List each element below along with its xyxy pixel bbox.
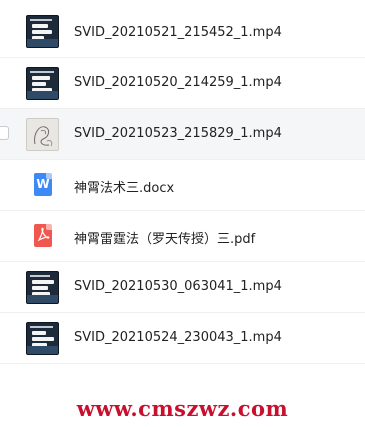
- file-row[interactable]: 神霄雷霆法（罗天传授）三.pdf: [0, 211, 365, 262]
- watermark: www.cmszwz.com: [76, 396, 289, 421]
- file-name[interactable]: 神霄法术三.docx: [74, 177, 174, 196]
- file-list: SVID_20210521_215452_1.mp4 SVID_20210520…: [0, 0, 365, 364]
- video-thumbnail: [26, 67, 59, 100]
- file-name[interactable]: SVID_20210520_214259_1.mp4: [74, 75, 282, 90]
- file-row[interactable]: W 神霄法术三.docx: [0, 160, 365, 211]
- video-thumbnail: [26, 15, 59, 48]
- video-thumbnail: [26, 118, 59, 151]
- file-name[interactable]: SVID_20210521_215452_1.mp4: [74, 25, 282, 40]
- video-thumbnail: [26, 271, 59, 304]
- video-thumbnail: [26, 322, 59, 355]
- pdf-document-icon: [34, 224, 52, 247]
- file-name[interactable]: 神霄雷霆法（罗天传授）三.pdf: [74, 228, 255, 247]
- file-name[interactable]: SVID_20210523_215829_1.mp4: [74, 126, 282, 141]
- file-name[interactable]: SVID_20210524_230043_1.mp4: [74, 330, 282, 345]
- file-name[interactable]: SVID_20210530_063041_1.mp4: [74, 279, 282, 294]
- word-document-icon: W: [34, 173, 52, 196]
- select-checkbox[interactable]: [0, 126, 9, 140]
- file-row[interactable]: SVID_20210521_215452_1.mp4: [0, 0, 365, 58]
- file-row[interactable]: SVID_20210523_215829_1.mp4: [0, 109, 365, 160]
- file-row[interactable]: SVID_20210530_063041_1.mp4: [0, 262, 365, 313]
- file-row[interactable]: SVID_20210520_214259_1.mp4: [0, 58, 365, 109]
- file-row[interactable]: SVID_20210524_230043_1.mp4: [0, 313, 365, 364]
